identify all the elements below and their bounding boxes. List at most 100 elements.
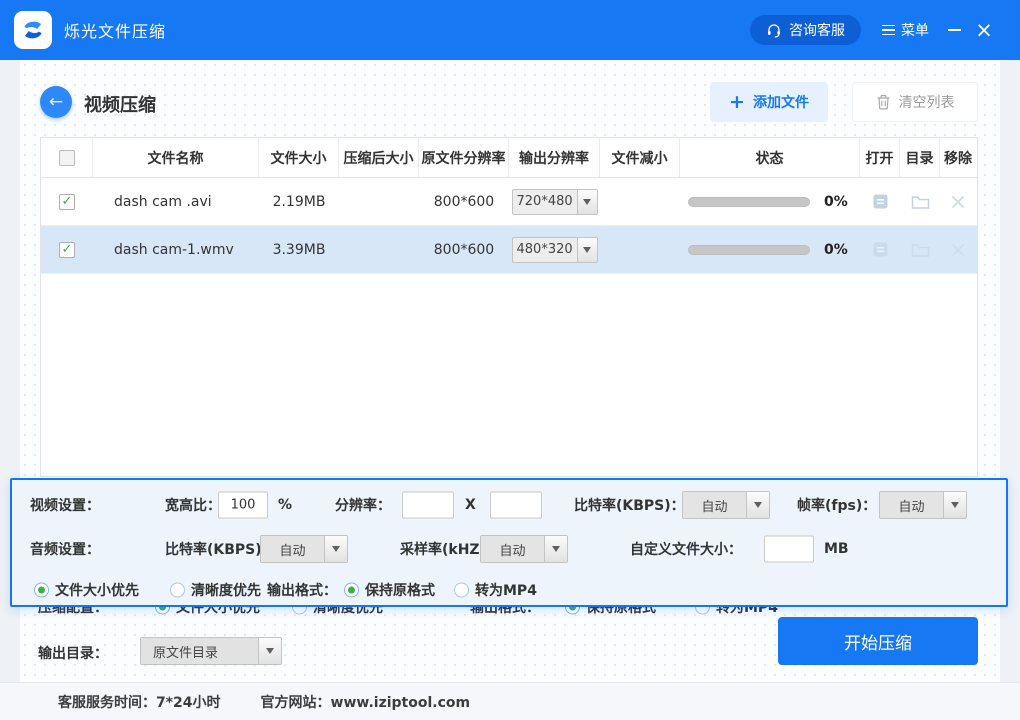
select-all-checkbox[interactable]: [58, 149, 75, 166]
radio-size-priority[interactable]: [34, 582, 49, 598]
custom-size-input[interactable]: [764, 535, 814, 563]
aspect-ratio-label: 宽高比：: [165, 498, 221, 514]
settings-panel: 视频设置： 宽高比： % 分辨率： X 比特率(KBPS)： 自动 帧率(fps…: [10, 478, 1008, 607]
row-checkbox[interactable]: ✓: [59, 193, 75, 210]
dropdown-arrow-icon: [576, 189, 597, 214]
compressed-size: [339, 226, 419, 273]
add-files-button[interactable]: + 添加文件: [710, 82, 828, 122]
file-reduction: [600, 226, 680, 273]
resolution-label: 分辨率：: [335, 498, 391, 514]
file-size: 3.39MB: [272, 241, 326, 258]
start-compress-button[interactable]: 开始压缩: [778, 617, 978, 665]
output-format-label: 输出格式：: [267, 583, 337, 599]
compressed-size: [339, 178, 419, 225]
trash-icon: [876, 94, 891, 110]
col-header-remove: 移除: [944, 150, 972, 167]
dropdown-arrow-icon: [324, 536, 347, 562]
open-folder-button[interactable]: [911, 194, 930, 210]
back-button[interactable]: ←: [40, 86, 72, 118]
output-dir-label: 输出目录：: [38, 646, 108, 662]
check-icon: ✓: [61, 194, 73, 209]
folder-icon: [911, 243, 929, 257]
audio-settings-row: 音频设置： 比特率(KBPS)： 自动 采样率(kHZ)： 自动 自定义文件大小…: [12, 535, 1006, 563]
back-arrow-icon: ←: [48, 92, 64, 112]
video-bitrate-select[interactable]: 自动: [682, 491, 770, 519]
custom-size-label: 自定义文件大小：: [630, 542, 742, 558]
dropdown-arrow-icon: [943, 492, 966, 518]
col-header-open: 打开: [860, 138, 900, 177]
start-compress-label: 开始压缩: [844, 633, 912, 654]
radio-size-priority-label: 文件大小优先: [55, 583, 139, 599]
output-resolution-value: 480*320: [516, 242, 573, 257]
menu-button-label: 菜单: [901, 23, 929, 39]
progress-bar: [688, 244, 810, 255]
priority-row: 文件大小优先 清晰度优先 输出格式： 保持原格式 转为MP4: [12, 576, 1006, 604]
resolution-width-input[interactable]: [402, 491, 454, 519]
sample-rate-select[interactable]: 自动: [480, 535, 568, 563]
clear-list-label: 清空列表: [898, 95, 955, 111]
check-icon: ✓: [61, 242, 73, 257]
col-header-original-resolution: 原文件分辨率: [419, 138, 509, 177]
minimize-button[interactable]: [944, 20, 964, 40]
document-icon: [873, 194, 887, 209]
output-resolution-value: 720*480: [516, 194, 573, 209]
progress-label: 0%: [824, 241, 848, 258]
dropdown-arrow-icon: [258, 638, 281, 664]
file-name: dash cam-1.wmv: [114, 241, 234, 258]
resolution-height-input[interactable]: [490, 491, 542, 519]
radio-clarity-priority-label: 清晰度优先: [191, 583, 261, 599]
original-resolution: 800*600: [433, 241, 495, 258]
video-bitrate-label: 比特率(KBPS)：: [574, 498, 685, 514]
folder-icon: [911, 195, 929, 209]
file-name: dash cam .avi: [114, 193, 212, 210]
progress-label: 0%: [824, 193, 848, 210]
dropdown-arrow-icon: [746, 492, 769, 518]
progress-bar: [688, 196, 810, 207]
minimize-icon: [947, 29, 961, 31]
file-reduction: [600, 178, 680, 225]
video-bitrate-value: 自动: [683, 492, 746, 518]
support-button[interactable]: 咨询客服: [750, 15, 861, 45]
remove-file-button[interactable]: [950, 194, 966, 210]
service-time-text: 客服服务时间：7*24小时: [58, 694, 221, 711]
col-header-filename: 文件名称: [93, 138, 259, 177]
radio-keep-format[interactable]: [344, 582, 359, 598]
menu-icon: [882, 24, 895, 36]
row-checkbox[interactable]: ✓: [59, 241, 75, 258]
audio-bitrate-value: 自动: [261, 536, 324, 562]
footer: 客服服务时间：7*24小时 官方网站：www.iziptool.com: [0, 682, 1020, 720]
close-button[interactable]: ×: [972, 17, 996, 43]
video-settings-label: 视频设置：: [30, 498, 100, 514]
titlebar: 烁光文件压缩 咨询客服 菜单 ×: [0, 0, 1020, 60]
output-dir-value: 原文件目录: [141, 638, 258, 664]
fps-select[interactable]: 自动: [879, 491, 967, 519]
open-file-button[interactable]: [872, 241, 889, 258]
output-dir-select[interactable]: 原文件目录: [140, 637, 282, 665]
clear-list-button[interactable]: 清空列表: [852, 82, 978, 122]
radio-to-mp4[interactable]: [454, 582, 469, 598]
table-row[interactable]: ✓ dash cam .avi 2.19MB 800*600 720*480 0…: [41, 178, 977, 226]
radio-to-mp4-label: 转为MP4: [475, 583, 537, 599]
sample-rate-value: 自动: [481, 536, 544, 562]
remove-file-button[interactable]: [950, 242, 966, 258]
output-resolution-select[interactable]: 720*480: [511, 188, 598, 215]
app-logo-icon: [14, 11, 52, 49]
output-resolution-select[interactable]: 480*320: [511, 236, 598, 263]
page-title: 视频压缩: [84, 95, 156, 116]
close-icon: ×: [975, 18, 993, 42]
col-header-reduction: 文件减小: [600, 138, 680, 177]
open-folder-button[interactable]: [911, 242, 930, 258]
plus-icon: +: [729, 90, 745, 113]
table-row[interactable]: ✓ dash cam-1.wmv 3.39MB 800*600 480*320 …: [41, 226, 977, 274]
audio-bitrate-select[interactable]: 自动: [260, 535, 348, 563]
col-header-folder: 目录: [900, 138, 940, 177]
aspect-ratio-input[interactable]: [218, 491, 268, 519]
menu-button[interactable]: 菜单: [882, 18, 929, 42]
radio-clarity-priority[interactable]: [170, 582, 185, 598]
add-files-label: 添加文件: [752, 95, 809, 111]
fps-value: 自动: [880, 492, 943, 518]
open-file-button[interactable]: [872, 193, 889, 210]
col-header-filesize: 文件大小: [259, 138, 339, 177]
support-button-label: 咨询客服: [789, 23, 845, 39]
radio-keep-format-label: 保持原格式: [365, 583, 435, 599]
